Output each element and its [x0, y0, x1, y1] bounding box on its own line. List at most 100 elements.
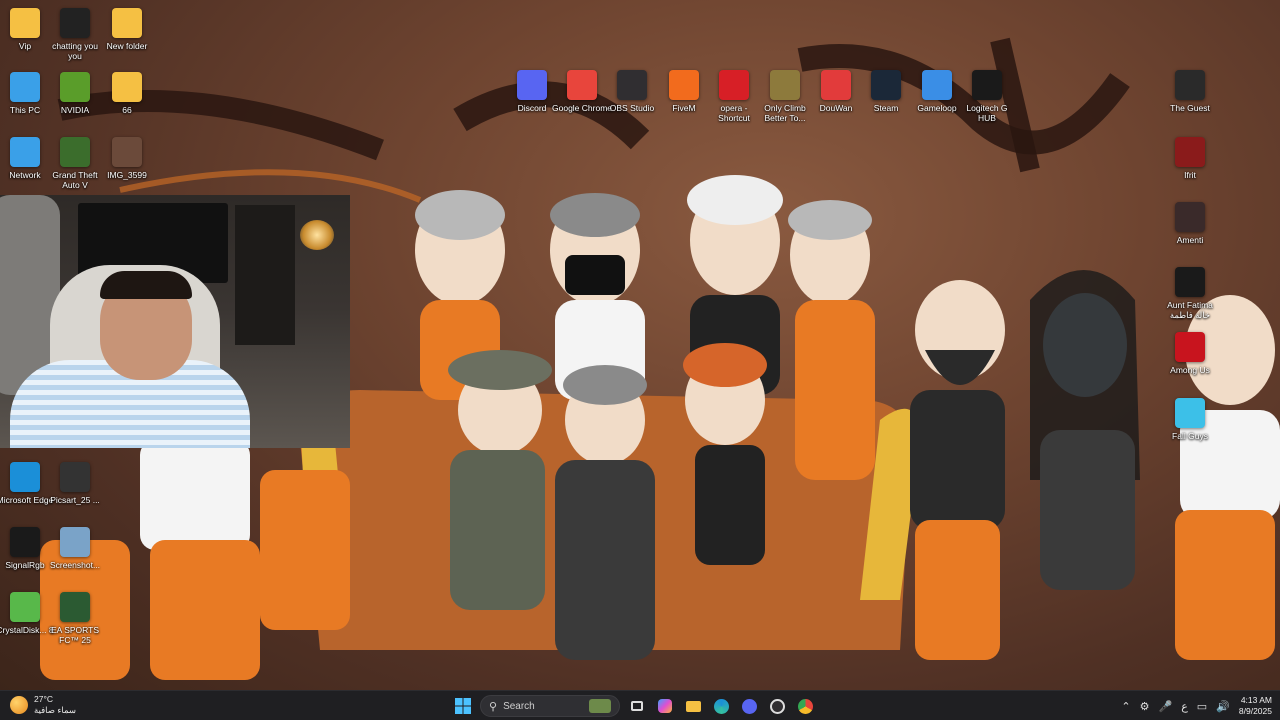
desktop-icon-picsart-25[interactable]: Picsart_25 ... — [45, 462, 105, 505]
display-icon[interactable]: ▭ — [1197, 700, 1207, 713]
desktop-icon-66[interactable]: 66 — [97, 72, 157, 115]
search-icon: ⚲ — [489, 700, 498, 713]
game-icon — [770, 70, 800, 100]
computer-icon — [10, 72, 40, 102]
signalrgb-icon — [10, 527, 40, 557]
discord-icon — [517, 70, 547, 100]
douwan-icon — [821, 70, 851, 100]
file-explorer-icon[interactable] — [682, 695, 704, 717]
fall-guys-icon — [1175, 398, 1205, 428]
folder-icon — [10, 8, 40, 38]
network-tray-icon[interactable]: ⚙ — [1140, 700, 1150, 713]
opera-icon — [719, 70, 749, 100]
webcam-background-shelf — [235, 205, 295, 345]
desktop-icon-label: FiveM — [672, 103, 696, 113]
gameloop-icon — [922, 70, 952, 100]
video-file-icon — [60, 8, 90, 38]
desktop-icon-img-3599[interactable]: IMG_3599 — [97, 137, 157, 180]
among-us-icon — [1175, 332, 1205, 362]
desktop-icon-label: Ifrit — [1184, 170, 1196, 180]
desktop-icon-label: Gameloop — [917, 103, 957, 113]
image-icon — [60, 527, 90, 557]
nvidia-icon — [60, 72, 90, 102]
desktop-icon-ifrit[interactable]: Ifrit — [1160, 137, 1220, 180]
discord-taskbar-icon[interactable] — [738, 695, 760, 717]
edge-icon — [10, 462, 40, 492]
task-view-icon[interactable] — [626, 695, 648, 717]
chevron-up-icon[interactable]: ⌃ — [1121, 700, 1130, 713]
search-placeholder: Search — [503, 700, 535, 712]
desktop-icon-label: chatting you you — [52, 41, 98, 61]
desktop-icon-label: Grand Theft Auto V — [52, 170, 98, 190]
desktop-icon-label: SignalRgb — [5, 560, 45, 570]
desktop-icon-label: Picsart_25 ... — [50, 495, 100, 505]
folder-icon — [112, 8, 142, 38]
desktop-icon-chatting-you-you[interactable]: chatting you you — [45, 8, 105, 61]
network-icon — [10, 137, 40, 167]
webcam-background-lamp — [300, 220, 334, 250]
desktop-icon-obs-studio[interactable]: OBS Studio — [602, 70, 662, 113]
desktop-icon-among-us[interactable]: Among Us — [1160, 332, 1220, 375]
steam-icon — [871, 70, 901, 100]
weather-description: سماء صافية — [34, 705, 76, 715]
clock-date: 8/9/2025 — [1238, 706, 1272, 716]
windows-logo-icon — [455, 698, 471, 714]
desktop-icon-label: 66 — [122, 105, 132, 115]
desktop-icon-aunt-fatima[interactable]: Aunt Fatima خالة فاطمة — [1160, 267, 1220, 320]
game-icon — [1175, 137, 1205, 167]
desktop-icon-label: OBS Studio — [609, 103, 655, 113]
clock-time: 4:13 AM — [1240, 695, 1272, 705]
desktop-icon-amenti[interactable]: Amenti — [1160, 202, 1220, 245]
gta-icon — [60, 137, 90, 167]
desktop-icon-label: Network — [9, 170, 41, 180]
desktop-icon-label: Logitech G HUB — [966, 103, 1008, 123]
desktop-icon-fall-guys[interactable]: Fall Guys — [1160, 398, 1220, 441]
desktop-icon-label: Steam — [873, 103, 899, 113]
clock[interactable]: 4:13 AM 8/9/2025 — [1239, 695, 1272, 717]
microphone-icon[interactable]: 🎤 — [1159, 700, 1173, 713]
logitech-icon — [972, 70, 1002, 100]
obs-icon — [617, 70, 647, 100]
desktop-icon-label: Vip — [18, 41, 32, 51]
desktop-icon-label: EA SPORTS FC™ 25 — [50, 625, 100, 645]
weather-sun-icon — [10, 696, 28, 714]
desktop-icon-nvidia[interactable]: NVIDIA — [45, 72, 105, 115]
desktop-icon-label: DouWan — [819, 103, 853, 113]
game-icon — [1175, 267, 1205, 297]
chrome-taskbar-icon[interactable] — [794, 695, 816, 717]
desktop-icon-label: Discord — [517, 103, 547, 113]
edge-taskbar-icon[interactable] — [710, 695, 732, 717]
volume-icon[interactable]: 🔊 — [1216, 700, 1230, 713]
start-button[interactable] — [452, 695, 474, 717]
fivem-icon — [669, 70, 699, 100]
ea-fc-icon — [60, 592, 90, 622]
desktop-icon-ea-sports-fc-25[interactable]: EA SPORTS FC™ 25 — [45, 592, 105, 645]
language-indicator[interactable]: ع — [1181, 700, 1188, 713]
desktop-icon-the-guest[interactable]: The Guest — [1160, 70, 1220, 113]
desktop-icon-label: The Guest — [1170, 103, 1210, 113]
copilot-icon[interactable] — [654, 695, 676, 717]
image-icon — [60, 462, 90, 492]
desktop-icon-grand-theft-auto-v[interactable]: Grand Theft Auto V — [45, 137, 105, 190]
chrome-icon — [567, 70, 597, 100]
system-tray: ⌃ ⚙ 🎤 ع ▭ 🔊 4:13 AM 8/9/2025 — [1121, 691, 1272, 720]
desktop-icon-label: Screenshot... — [49, 560, 101, 570]
desktop-icon-label: Aunt Fatima خالة فاطمة — [1167, 300, 1213, 320]
desktop-icon-label: This PC — [9, 105, 41, 115]
desktop-icon-new-folder[interactable]: New folder — [97, 8, 157, 51]
desktop-icon-logitech-g-hub[interactable]: Logitech G HUB — [957, 70, 1017, 123]
game-icon — [1175, 70, 1205, 100]
weather-temperature: 27°C — [34, 694, 53, 704]
desktop-icon-label: NVIDIA — [60, 105, 90, 115]
desktop-icon-label: Among Us — [1170, 365, 1210, 375]
desktop-icon-screenshot[interactable]: Screenshot... — [45, 527, 105, 570]
desktop-icon-label: Fall Guys — [1172, 431, 1208, 441]
desktop-icon-label: Amenti — [1176, 235, 1204, 245]
weather-widget[interactable]: 27°C سماء صافية — [10, 694, 76, 716]
obs-taskbar-icon[interactable] — [766, 695, 788, 717]
desktop-icon-label: New folder — [106, 41, 148, 51]
crystaldisk-icon — [10, 592, 40, 622]
taskbar-search-box[interactable]: ⚲ Search — [480, 695, 620, 717]
folder-icon — [112, 72, 142, 102]
image-icon — [112, 137, 142, 167]
